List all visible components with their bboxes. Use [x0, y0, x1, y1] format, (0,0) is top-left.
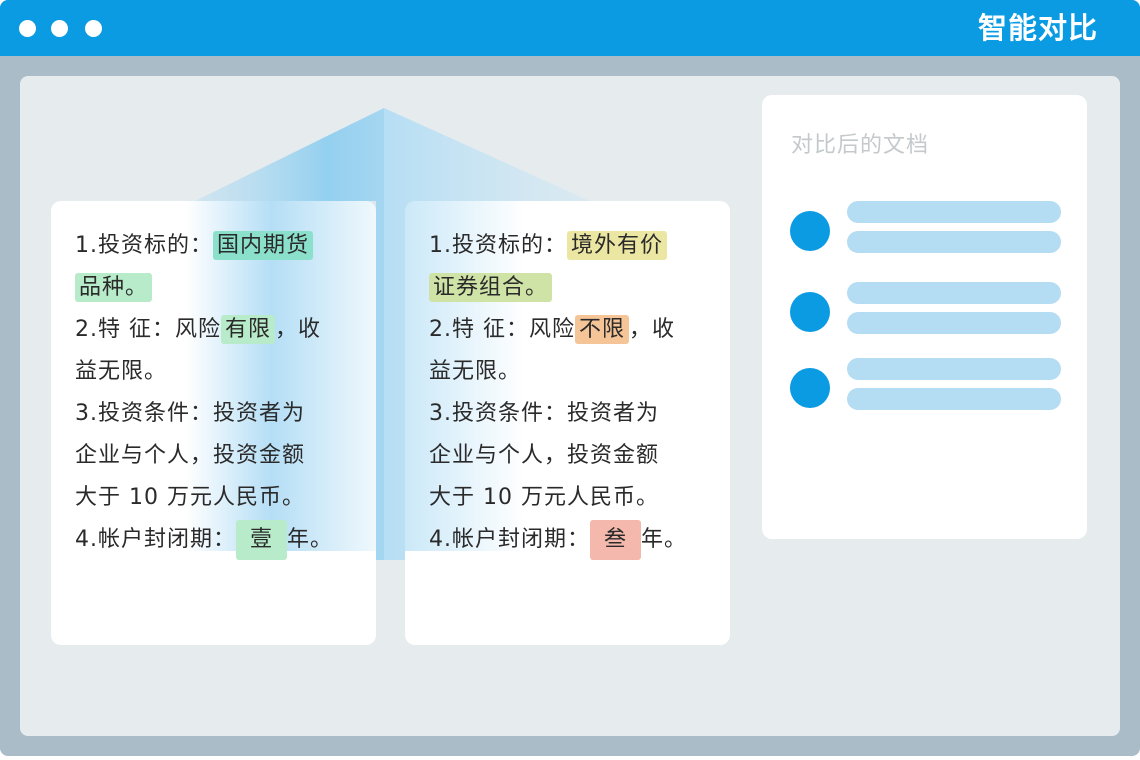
result-item [790, 201, 1062, 261]
document-line: 大于 10 万元人民币。 [429, 477, 719, 519]
document-text: ，收 [275, 317, 322, 342]
bullet-dot-icon [790, 368, 830, 408]
document-text: 1.投资标的： [75, 233, 213, 258]
document-text: 1.投资标的： [429, 233, 567, 258]
original-document-card: 1.投资标的： 国内期货品种。 2.特 征：风险 有限 ，收益无限。 3.投资条件：投资者… [51, 201, 376, 645]
result-document-title: 对比后的文档 [791, 133, 930, 158]
close-dot-icon[interactable] [19, 20, 36, 37]
text-placeholder-bar [847, 282, 1061, 304]
document-line: 2.特 征：风险 有限 ，收 [75, 309, 365, 351]
document-line: 4.帐户封闭期：壹年。 [75, 519, 365, 561]
document-line: 4.帐户封闭期：叁年。 [429, 519, 719, 561]
document-line: 2.特 征：风险 不限 ，收 [429, 309, 719, 351]
document-text: 年。 [641, 527, 688, 552]
diff-highlight: 品种。 [75, 273, 153, 302]
app-title: 智能对比 [977, 11, 1098, 45]
result-document-card: 对比后的文档 [762, 95, 1087, 539]
document-line: 1.投资标的： 国内期货 [75, 225, 365, 267]
document-text: 益无限。 [75, 359, 168, 384]
diff-highlight: 证券组合。 [429, 273, 553, 302]
text-placeholder-bar [847, 201, 1061, 223]
document-text: 企业与个人，投资金额 [75, 443, 306, 468]
diff-highlight: 国内期货 [213, 231, 314, 260]
document-text: 益无限。 [429, 359, 522, 384]
text-placeholder-bar [847, 388, 1061, 410]
text-placeholder-bar [847, 358, 1061, 380]
document-line: 1.投资标的： 境外有价 [429, 225, 719, 267]
text-placeholder-bar [847, 312, 1061, 334]
document-text: 大于 10 万元人民币。 [75, 485, 305, 510]
document-line: 大于 10 万元人民币。 [75, 477, 365, 519]
diff-highlight: 境外有价 [567, 231, 668, 260]
bullet-dot-icon [790, 211, 830, 251]
document-line: 益无限。 [75, 351, 365, 393]
document-line: 3.投资条件：投资者为 [429, 393, 719, 435]
diff-highlight: 叁 [590, 520, 642, 560]
document-text: ，收 [629, 317, 676, 342]
result-item [790, 282, 1062, 342]
document-line: 品种。 [75, 267, 365, 309]
document-line: 企业与个人，投资金额 [75, 435, 365, 477]
diff-highlight: 不限 [574, 315, 629, 344]
title-bar: 智能对比 [0, 0, 1140, 56]
diff-highlight: 壹 [236, 520, 288, 560]
document-line: 证券组合。 [429, 267, 719, 309]
document-line: 企业与个人，投资金额 [429, 435, 719, 477]
diff-highlight: 有限 [220, 315, 275, 344]
document-text: 2.特 征：风险 [75, 317, 221, 342]
document-text: 3.投资条件：投资者为 [429, 401, 659, 426]
document-text: 4.帐户封闭期： [75, 527, 236, 552]
document-text: 大于 10 万元人民币。 [429, 485, 659, 510]
document-text: 4.帐户封闭期： [429, 527, 590, 552]
document-text: 2.特 征：风险 [429, 317, 575, 342]
original-document-text: 1.投资标的： 国内期货品种。 2.特 征：风险 有限 ，收益无限。 3.投资条件：投资者… [75, 225, 365, 561]
compared-document-card: 1.投资标的： 境外有价 证券组合。 2.特 征：风险 不限 ，收 益无限。 3.投资条件：投… [405, 201, 730, 645]
result-item [790, 358, 1062, 418]
minimize-dot-icon[interactable] [51, 20, 68, 37]
compared-document-text: 1.投资标的： 境外有价 证券组合。 2.特 征：风险 不限 ，收 益无限。 3.投资条件：投… [429, 225, 719, 561]
text-placeholder-bar [847, 231, 1061, 253]
bullet-dot-icon [790, 292, 830, 332]
document-line: 3.投资条件：投资者为 [75, 393, 365, 435]
document-line: 益无限。 [429, 351, 719, 393]
document-text: 年。 [287, 527, 334, 552]
document-text: 企业与个人，投资金额 [429, 443, 660, 468]
maximize-dot-icon[interactable] [85, 20, 102, 37]
document-text: 3.投资条件：投资者为 [75, 401, 305, 426]
